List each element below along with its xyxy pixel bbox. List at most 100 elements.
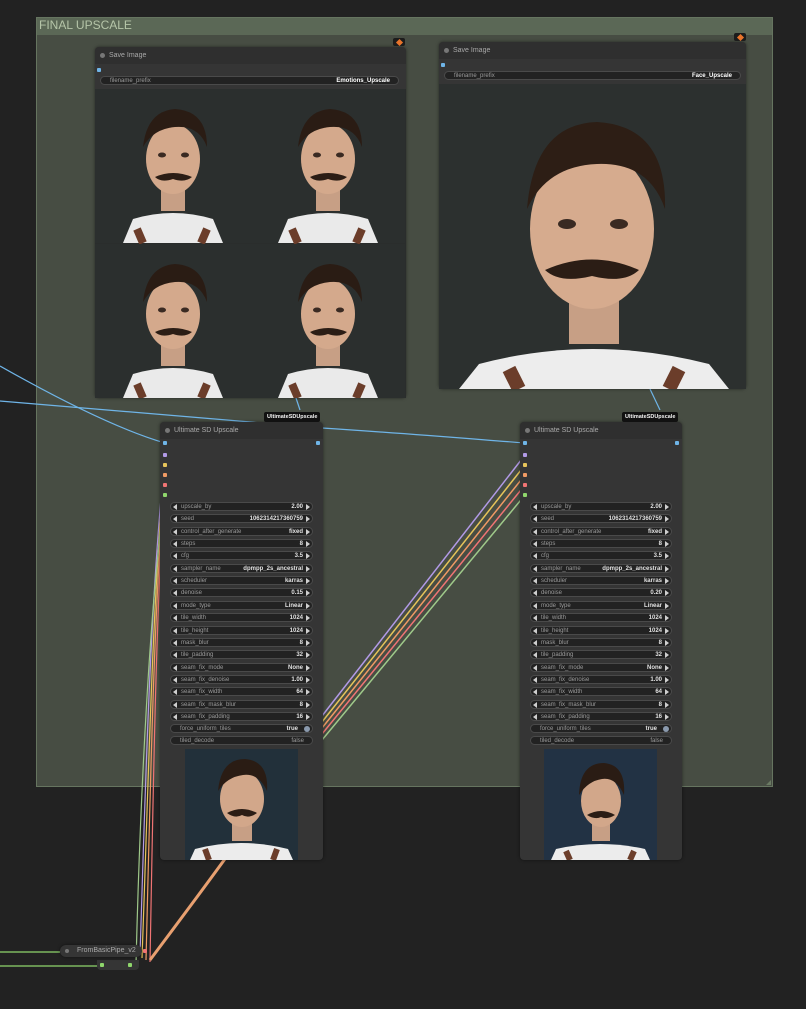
collapse-dot[interactable] (100, 53, 105, 58)
param-scheduler[interactable]: scheduler karras (530, 576, 672, 586)
decrement-arrow-icon[interactable] (173, 639, 177, 646)
decrement-arrow-icon[interactable] (533, 602, 537, 609)
increment-arrow-icon[interactable] (306, 602, 310, 609)
increment-arrow-icon[interactable] (665, 639, 669, 646)
output-slot-image[interactable] (675, 441, 679, 445)
increment-arrow-icon[interactable] (665, 602, 669, 609)
decrement-arrow-icon[interactable] (533, 664, 537, 671)
param-tile-width[interactable]: tile_width 1024 (530, 613, 672, 623)
tiled-decode-toggle[interactable]: tiled_decode false (170, 736, 313, 745)
decrement-arrow-icon[interactable] (533, 553, 537, 560)
input-slot-images[interactable] (97, 68, 101, 72)
param-tile-padding[interactable]: tile_padding 32 (530, 650, 672, 660)
output-slot[interactable] (143, 949, 147, 953)
collapse-dot[interactable] (65, 949, 69, 953)
increment-arrow-icon[interactable] (306, 664, 310, 671)
decrement-arrow-icon[interactable] (533, 528, 537, 535)
save-image-node-right[interactable]: Save Image filename_prefix Face_Upscale (439, 42, 746, 389)
input-slot-images[interactable] (441, 63, 445, 67)
decrement-arrow-icon[interactable] (173, 553, 177, 560)
param-seed[interactable]: seed 1062314217360759 (170, 514, 313, 524)
input-slot-image[interactable] (163, 441, 167, 445)
decrement-arrow-icon[interactable] (173, 676, 177, 683)
tiled-decode-toggle[interactable]: tiled_decode false (530, 736, 672, 745)
param-denoise[interactable]: denoise 0.20 (530, 588, 672, 598)
param-denoise[interactable]: denoise 0.15 (170, 588, 313, 598)
input-slot-vae[interactable] (163, 483, 167, 487)
increment-arrow-icon[interactable] (665, 565, 669, 572)
decrement-arrow-icon[interactable] (173, 652, 177, 659)
save-image-node-left[interactable]: Save Image filename_prefix Emotions_Upsc… (95, 47, 406, 398)
increment-arrow-icon[interactable] (306, 652, 310, 659)
input-slot-negative[interactable] (163, 473, 167, 477)
param-steps[interactable]: steps 8 (530, 539, 672, 549)
increment-arrow-icon[interactable] (665, 701, 669, 708)
input-slot-positive[interactable] (523, 463, 527, 467)
decrement-arrow-icon[interactable] (173, 590, 177, 597)
ultimate-sd-upscale-node-left[interactable]: Ultimate SD Upscale upscale_by 2.00 seed 10… (160, 422, 323, 860)
increment-arrow-icon[interactable] (306, 578, 310, 585)
increment-arrow-icon[interactable] (665, 516, 669, 523)
increment-arrow-icon[interactable] (665, 615, 669, 622)
collapse-dot[interactable] (525, 428, 530, 433)
param-seam-fix-mask-blur[interactable]: seam_fix_mask_blur 8 (170, 699, 313, 709)
increment-arrow-icon[interactable] (306, 541, 310, 548)
decrement-arrow-icon[interactable] (173, 713, 177, 720)
param-control-after-generate[interactable]: control_after_generate fixed (530, 526, 672, 536)
increment-arrow-icon[interactable] (306, 701, 310, 708)
decrement-arrow-icon[interactable] (173, 541, 177, 548)
increment-arrow-icon[interactable] (665, 713, 669, 720)
decrement-arrow-icon[interactable] (533, 565, 537, 572)
param-seam-fix-mode[interactable]: seam_fix_mode None (170, 662, 313, 672)
param-seam-fix-denoise[interactable]: seam_fix_denoise 1.00 (530, 674, 672, 684)
increment-arrow-icon[interactable] (665, 553, 669, 560)
group-resize-handle[interactable] (766, 780, 771, 785)
increment-arrow-icon[interactable] (665, 664, 669, 671)
input-slot-upscale-model[interactable] (523, 493, 527, 497)
increment-arrow-icon[interactable] (306, 504, 310, 510)
decrement-arrow-icon[interactable] (533, 504, 537, 510)
param-mask-blur[interactable]: mask_blur 8 (530, 637, 672, 647)
input-slot-model[interactable] (163, 453, 167, 457)
node-title[interactable]: Save Image (95, 47, 406, 64)
force-uniform-tiles-toggle[interactable]: force_uniform_tiles true (530, 724, 672, 733)
increment-arrow-icon[interactable] (306, 639, 310, 646)
filename-prefix-field[interactable]: filename_prefix Face_Upscale (444, 71, 741, 80)
increment-arrow-icon[interactable] (665, 504, 669, 510)
increment-arrow-icon[interactable] (665, 689, 669, 696)
decrement-arrow-icon[interactable] (173, 516, 177, 523)
increment-arrow-icon[interactable] (306, 615, 310, 622)
increment-arrow-icon[interactable] (306, 565, 310, 572)
param-seam-fix-padding[interactable]: seam_fix_padding 16 (530, 711, 672, 721)
collapse-dot[interactable] (165, 428, 170, 433)
param-tile-width[interactable]: tile_width 1024 (170, 613, 313, 623)
input-slot-negative[interactable] (523, 473, 527, 477)
toggle-knob[interactable] (663, 726, 669, 732)
increment-arrow-icon[interactable] (306, 713, 310, 720)
input-slot-positive[interactable] (163, 463, 167, 467)
param-upscale-by[interactable]: upscale_by 2.00 (530, 502, 672, 511)
param-sampler-name[interactable]: sampler_name dpmpp_2s_ancestral (170, 563, 313, 573)
param-cfg[interactable]: cfg 3.5 (530, 551, 672, 561)
decrement-arrow-icon[interactable] (173, 565, 177, 572)
decrement-arrow-icon[interactable] (533, 689, 537, 696)
increment-arrow-icon[interactable] (665, 541, 669, 548)
node-title[interactable]: Save Image (439, 42, 746, 59)
param-seam-fix-width[interactable]: seam_fix_width 64 (170, 687, 313, 697)
param-sampler-name[interactable]: sampler_name dpmpp_2s_ancestral (530, 563, 672, 573)
increment-arrow-icon[interactable] (665, 652, 669, 659)
param-mode-type[interactable]: mode_type Linear (170, 600, 313, 610)
increment-arrow-icon[interactable] (665, 590, 669, 597)
node-title[interactable]: Ultimate SD Upscale (160, 422, 323, 439)
decrement-arrow-icon[interactable] (173, 602, 177, 609)
increment-arrow-icon[interactable] (306, 553, 310, 560)
filename-prefix-field[interactable]: filename_prefix Emotions_Upscale (100, 76, 399, 85)
toggle-knob[interactable] (304, 726, 310, 732)
decrement-arrow-icon[interactable] (173, 504, 177, 510)
increment-arrow-icon[interactable] (665, 528, 669, 535)
decrement-arrow-icon[interactable] (533, 578, 537, 585)
decrement-arrow-icon[interactable] (533, 516, 537, 523)
param-steps[interactable]: steps 8 (170, 539, 313, 549)
decrement-arrow-icon[interactable] (173, 528, 177, 535)
input-slot-basic-pipe[interactable] (100, 963, 104, 967)
